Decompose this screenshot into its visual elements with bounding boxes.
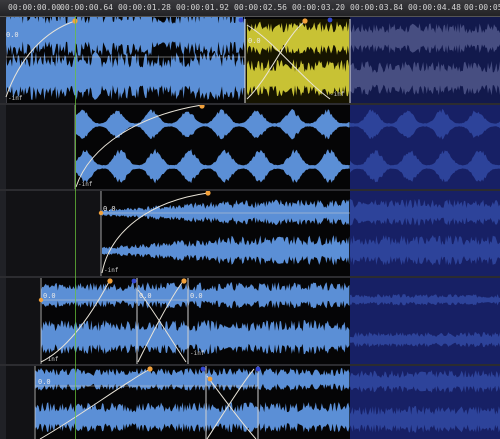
ruler-label: 00:00:00.00	[8, 3, 61, 12]
selection-overlay	[350, 191, 500, 276]
fade-handle[interactable]	[107, 278, 113, 284]
selection-overlay	[350, 366, 500, 439]
clip-level-label: 0.0	[38, 378, 51, 386]
ruler-label: 00:00:04.48	[408, 3, 461, 12]
fade-handle[interactable]	[147, 366, 153, 372]
clip-level-label: 0.0	[43, 292, 56, 300]
waveform	[102, 235, 350, 266]
waveform-channel	[102, 199, 350, 226]
waveform	[6, 51, 245, 101]
waveform	[35, 368, 350, 391]
timeline-ruler[interactable]: 00:00:00.00 00:00:00.64 00:00:01.28 00:0…	[0, 0, 500, 17]
waveform	[76, 148, 350, 184]
clip-edge-handle[interactable]	[327, 17, 333, 23]
waveform	[35, 402, 350, 433]
clip-level-label: 0.0	[190, 292, 203, 300]
ruler-label: 00:00:01.28	[118, 3, 171, 12]
waveform	[102, 199, 350, 226]
playhead[interactable]	[75, 16, 76, 439]
clip-level-label: 0.0	[139, 292, 152, 300]
clip-edge-handle[interactable]	[255, 366, 261, 372]
clip-edge-handle[interactable]	[200, 366, 206, 372]
clip-level-label: 0.0	[248, 37, 261, 45]
ruler-label: 00:00:03.84	[350, 3, 403, 12]
waveform	[76, 108, 350, 140]
clip-level-label: -inf	[44, 356, 59, 363]
ruler-label: 00:00:02.56	[234, 3, 287, 12]
clip-level-label: 0.0	[6, 31, 19, 39]
fade-handle[interactable]	[302, 18, 308, 24]
clip-edge-handle[interactable]	[131, 278, 137, 284]
selection-overlay	[350, 278, 500, 364]
selection-overlay	[350, 105, 500, 189]
waveform-channel	[76, 148, 350, 184]
clip-background	[6, 191, 101, 276]
clip-level-label: -inf	[330, 91, 345, 98]
clip-level-label: 0.0	[103, 205, 116, 213]
fade-handle[interactable]	[205, 191, 211, 196]
selection-overlay	[350, 17, 500, 103]
clip-background	[6, 366, 34, 439]
fade-handle[interactable]	[181, 278, 187, 284]
ruler-label: 00:00:03.20	[292, 3, 345, 12]
fade-handle[interactable]	[199, 105, 205, 109]
ruler-label: 00:00:05.12	[464, 3, 500, 12]
clip-background	[6, 105, 74, 189]
waveform-channel	[76, 108, 350, 140]
ruler-label: 00:00:00.64	[60, 3, 113, 12]
waveform-channel	[102, 235, 350, 266]
waveform-channel	[6, 51, 245, 101]
waveform-channel	[6, 17, 245, 57]
clip-level-label: -inf	[104, 267, 119, 274]
clip-edge-handle[interactable]	[238, 17, 244, 23]
waveform-channel	[35, 402, 350, 433]
clip-level-label: -inf	[78, 181, 93, 188]
ruler-label: 00:00:01.92	[176, 3, 229, 12]
clip-level-label: -inf	[190, 350, 205, 357]
clip-background	[6, 278, 40, 364]
fade-handle[interactable]	[207, 376, 213, 382]
waveform	[6, 17, 245, 57]
waveform-channel	[35, 368, 350, 391]
multitrack-editor: 00:00:00.00 00:00:00.64 00:00:01.28 00:0…	[0, 0, 500, 439]
clip-level-label: -inf	[8, 95, 23, 102]
